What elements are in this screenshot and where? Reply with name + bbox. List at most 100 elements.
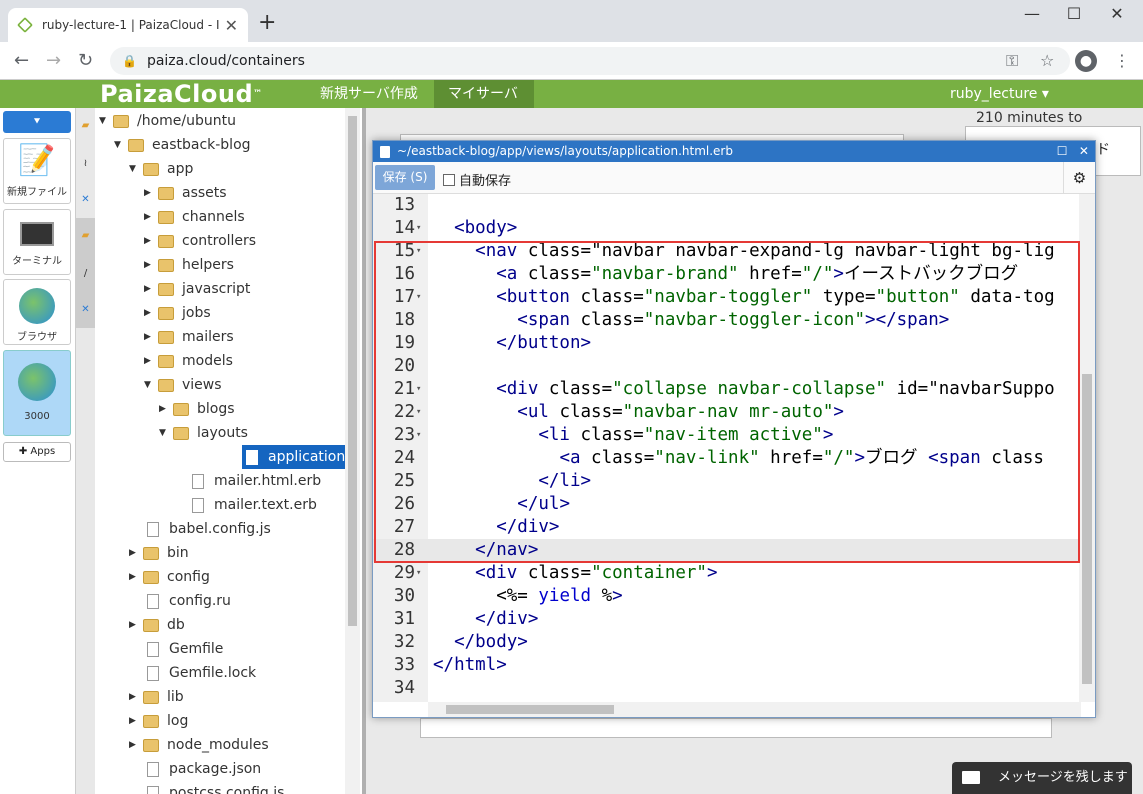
port-3000-button[interactable]: 3000 bbox=[3, 350, 71, 436]
window-controls[interactable]: ☐ ✕ bbox=[1057, 141, 1089, 162]
background-window[interactable] bbox=[420, 718, 1052, 738]
code-line[interactable]: 33 </html> bbox=[373, 654, 1081, 677]
url-field[interactable]: 🔒 paiza.cloud/containers bbox=[110, 47, 1070, 75]
chevron-right-icon[interactable]: ▶ bbox=[144, 181, 158, 205]
code-line[interactable]: 25 </li> bbox=[373, 470, 1081, 493]
code-area[interactable]: 13 14 ▾ <body> 15 ▾ <nav class="navbar navba… bbox=[373, 194, 1081, 702]
chevron-right-icon[interactable]: ▶ bbox=[159, 397, 173, 421]
chevron-down-icon[interactable]: ▼ bbox=[114, 133, 128, 157]
tree-file[interactable]: mailer.html.erb bbox=[188, 469, 321, 493]
back-icon[interactable]: ← bbox=[14, 50, 29, 71]
code-line[interactable]: 22 ▾ <ul class="navbar-nav mr-auto"> bbox=[373, 401, 1081, 424]
tree-folder[interactable]: ▶ mailers bbox=[144, 325, 234, 349]
chevron-right-icon[interactable]: ▶ bbox=[129, 709, 143, 733]
editor-hscrollbar[interactable] bbox=[428, 702, 1081, 717]
star-icon[interactable]: ☆ bbox=[1040, 51, 1054, 70]
reload-icon[interactable]: ↻ bbox=[78, 50, 93, 71]
chevron-right-icon[interactable]: ▶ bbox=[144, 301, 158, 325]
autosave-checkbox[interactable] bbox=[443, 173, 455, 186]
tree-folder[interactable]: ▶ channels bbox=[144, 205, 245, 229]
code-line[interactable]: 14 ▾ <body> bbox=[373, 217, 1081, 240]
code-line[interactable]: 23 ▾ <li class="nav-item active"> bbox=[373, 424, 1081, 447]
chevron-right-icon[interactable]: ▶ bbox=[129, 733, 143, 757]
code-line[interactable]: 34 bbox=[373, 677, 1081, 700]
fold-icon[interactable]: ▾ bbox=[416, 286, 428, 309]
tree-folder[interactable]: ▼ views bbox=[144, 373, 222, 397]
code-line[interactable]: 13 bbox=[373, 194, 1081, 217]
pane-close-icon[interactable]: ✕ bbox=[76, 194, 95, 205]
code-line[interactable]: 27 </div> bbox=[373, 516, 1081, 539]
tree-folder[interactable]: ▶ helpers bbox=[144, 253, 234, 277]
tree-folder[interactable]: ▼ /home/ubuntu bbox=[99, 109, 236, 133]
nav-my-server[interactable]: マイサーバ bbox=[434, 80, 534, 108]
chevron-right-icon[interactable]: ▶ bbox=[144, 229, 158, 253]
fold-icon[interactable]: ▾ bbox=[416, 401, 428, 424]
pane-close-icon[interactable]: ✕ bbox=[76, 304, 95, 315]
paiza-logo[interactable]: PaizaCloud™ bbox=[100, 80, 263, 108]
chevron-right-icon[interactable]: ▶ bbox=[144, 253, 158, 277]
gear-icon[interactable]: ⚙ bbox=[1063, 162, 1095, 194]
minimize-button[interactable]: — bbox=[1012, 4, 1052, 23]
tree-folder[interactable]: ▼ eastback-blog bbox=[114, 133, 251, 157]
code-line[interactable]: 17 ▾ <button class="navbar-toggler" type=… bbox=[373, 286, 1081, 309]
new-tab-button[interactable]: + bbox=[258, 10, 276, 35]
tree-file[interactable]: package.json bbox=[143, 757, 261, 781]
editor-titlebar[interactable]: ~/eastback-blog/app/views/layouts/applic… bbox=[373, 141, 1095, 162]
fold-icon[interactable]: ▾ bbox=[416, 378, 428, 401]
tree-folder[interactable]: ▶ controllers bbox=[144, 229, 256, 253]
key-icon[interactable]: ⚿ bbox=[1006, 51, 1018, 71]
tree-file[interactable]: postcss.config.js bbox=[143, 781, 284, 794]
save-button[interactable]: 保存 (S) bbox=[375, 165, 435, 190]
chevron-right-icon[interactable]: ▶ bbox=[144, 349, 158, 373]
code-line[interactable]: 30 <%= yield %> bbox=[373, 585, 1081, 608]
tree-folder[interactable]: ▶ jobs bbox=[144, 301, 211, 325]
apps-button[interactable]: ✚ Apps bbox=[3, 442, 71, 462]
tree-file[interactable]: babel.config.js bbox=[143, 517, 271, 541]
folder-icon[interactable]: ▰ bbox=[76, 230, 95, 241]
chevron-down-icon[interactable]: ▼ bbox=[99, 109, 113, 133]
tab-close-icon[interactable]: ✕ bbox=[225, 16, 238, 35]
tree-folder[interactable]: ▶ log bbox=[129, 709, 188, 733]
chevron-down-icon[interactable]: ▼ bbox=[144, 373, 158, 397]
chevron-right-icon[interactable]: ▶ bbox=[129, 685, 143, 709]
code-line[interactable]: 24 <a class="nav-link" href="/">ブログ <spa… bbox=[373, 447, 1081, 470]
chevron-right-icon[interactable]: ▶ bbox=[129, 541, 143, 565]
fold-icon[interactable]: ▾ bbox=[416, 424, 428, 447]
chevron-right-icon[interactable]: ▶ bbox=[129, 565, 143, 589]
code-line[interactable]: 28 </nav> bbox=[373, 539, 1081, 562]
tree-folder[interactable]: ▶ javascript bbox=[144, 277, 250, 301]
code-line[interactable]: 16 <a class="navbar-brand" href="/">イースト… bbox=[373, 263, 1081, 286]
chevron-right-icon[interactable]: ▶ bbox=[144, 205, 158, 229]
menu-icon[interactable]: ⋮ bbox=[1114, 51, 1130, 70]
code-line[interactable]: 29 ▾ <div class="container"> bbox=[373, 562, 1081, 585]
tree-file[interactable]: Gemfile bbox=[143, 637, 223, 661]
tree-folder[interactable]: ▶ bin bbox=[129, 541, 189, 565]
profile-icon[interactable]: ● bbox=[1075, 50, 1097, 72]
editor-vscrollbar[interactable] bbox=[1079, 194, 1095, 702]
tree-file[interactable]: application.html.erb bbox=[242, 445, 345, 469]
code-line[interactable]: 32 </body> bbox=[373, 631, 1081, 654]
user-menu[interactable]: ruby_lecture ▾ bbox=[950, 80, 1049, 108]
code-line[interactable]: 26 </ul> bbox=[373, 493, 1081, 516]
tree-file[interactable]: mailer.text.erb bbox=[188, 493, 317, 517]
browser-tab[interactable]: ruby-lecture-1 | PaizaCloud - Inst ✕ bbox=[8, 8, 248, 42]
browser-button[interactable]: ブラウザ bbox=[3, 279, 71, 345]
chevron-down-icon[interactable]: ▼ bbox=[159, 421, 173, 445]
fold-icon[interactable]: ▾ bbox=[416, 562, 428, 585]
tree-folder[interactable]: ▶ blogs bbox=[159, 397, 235, 421]
leave-message-button[interactable]: メッセージを残します bbox=[952, 762, 1132, 794]
tree-folder[interactable]: ▶ config bbox=[129, 565, 210, 589]
code-line[interactable]: 20 bbox=[373, 355, 1081, 378]
tree-folder[interactable]: ▶ lib bbox=[129, 685, 184, 709]
tree-scrollbar[interactable] bbox=[345, 108, 360, 794]
autosave-toggle[interactable]: 自動保存 bbox=[443, 170, 511, 189]
chevron-right-icon[interactable]: ▶ bbox=[144, 277, 158, 301]
tree-folder[interactable]: ▶ node_modules bbox=[129, 733, 269, 757]
nav-new-server[interactable]: 新規サーバ作成 bbox=[306, 80, 432, 108]
terminal-button[interactable]: ターミナル bbox=[3, 209, 71, 275]
tree-folder[interactable]: ▼ layouts bbox=[159, 421, 248, 445]
dock-dropdown-button[interactable]: ⯆ bbox=[3, 111, 71, 133]
code-line[interactable]: 15 ▾ <nav class="navbar navbar-expand-lg … bbox=[373, 240, 1081, 263]
code-line[interactable]: 18 <span class="navbar-toggler-icon"></s… bbox=[373, 309, 1081, 332]
code-line[interactable]: 21 ▾ <div class="collapse navbar-collapse… bbox=[373, 378, 1081, 401]
